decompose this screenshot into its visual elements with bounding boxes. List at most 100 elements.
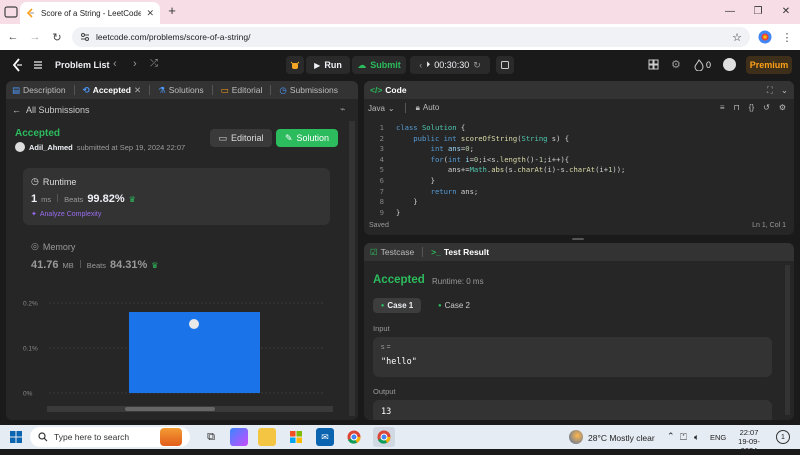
code-settings-icon[interactable]: ⚙ (779, 103, 786, 112)
profile-avatar[interactable] (758, 30, 772, 44)
maximize-icon[interactable]: ❐ (744, 0, 772, 24)
left-panel-scrollbar[interactable] (349, 121, 355, 416)
address-bar[interactable]: leetcode.com/problems/score-of-a-string/… (72, 27, 750, 47)
volume-icon[interactable]: 🔈︎ (694, 432, 699, 443)
code-line[interactable]: 4 for(int i=0;i<s.length()-1;i++){ (370, 155, 790, 166)
minimize-icon[interactable]: — (716, 0, 744, 24)
leetcode-logo-icon[interactable] (12, 58, 24, 72)
settings-gear-icon[interactable]: ⚙ (671, 58, 681, 71)
note-icon[interactable] (496, 56, 514, 74)
language-indicator[interactable]: ENG (710, 433, 726, 442)
shuffle-icon[interactable]: ⤮ (150, 58, 158, 69)
chrome-icon[interactable] (345, 428, 363, 446)
chart-scrollbar-thumb (125, 407, 215, 411)
menu-kebab-icon[interactable]: ⋮ (780, 30, 794, 44)
case-2-tab[interactable]: ● Case 2 (430, 298, 478, 313)
tab-test-result[interactable]: >_ Test Result (431, 247, 489, 257)
search-icon (38, 432, 48, 442)
code-editor[interactable]: 1 class Solution {2 public int scoreOfStr… (370, 123, 790, 218)
code-line[interactable]: 8 } (370, 197, 790, 208)
username[interactable]: Adil_Ahmed (29, 143, 73, 152)
prev-problem-icon[interactable]: ‹ (113, 58, 117, 70)
runtime-card[interactable]: ◷ Runtime 1 ms Beats 99.82% ♛ ✦ Analyze … (23, 168, 330, 225)
braces-icon[interactable]: {} (749, 103, 754, 112)
code-line[interactable]: 2 public int scoreOfString(String s) { (370, 134, 790, 145)
next-problem-icon[interactable]: › (133, 58, 137, 70)
new-tab-button[interactable]: + (164, 3, 180, 19)
browser-tab-active[interactable]: Score of a String - LeetCode ✕ (20, 2, 160, 24)
tab-accepted[interactable]: ⟲ Accepted ✕ (83, 85, 142, 96)
microsoft-store-icon[interactable] (287, 428, 305, 446)
auto-mode[interactable]: 🔒︎ Auto (416, 103, 440, 113)
all-submissions-link[interactable]: ← All Submissions (12, 105, 90, 115)
code-line[interactable]: 7 return ans; (370, 187, 790, 198)
weather-icon[interactable] (569, 430, 583, 444)
tab-description[interactable]: ▤ Description (12, 85, 66, 96)
tab-submissions[interactable]: ◷ Submissions (279, 85, 338, 96)
mail-icon[interactable]: ✉ (316, 428, 334, 446)
share-link-icon[interactable]: ⌁ (340, 104, 345, 115)
close-tab-icon[interactable]: ✕ (146, 8, 154, 19)
collapse-timer-icon[interactable]: ‹ (419, 60, 422, 70)
streak-fire-icon[interactable] (694, 59, 704, 71)
code-toolbar: Java ⌄ 🔒︎ Auto (368, 103, 439, 113)
weather-text[interactable]: 28°C Mostly clear (588, 433, 655, 443)
memory-value: 41.76 (31, 259, 59, 271)
reload-icon[interactable]: ↻ (50, 30, 64, 44)
line-number: 8 (379, 197, 384, 207)
code-line[interactable]: 5 ans+=Math.abs(s.charAt(i)-s.charAt(i+1… (370, 165, 790, 176)
window-controls: — ❐ ✕ (716, 0, 800, 24)
case-1-tab[interactable]: ● Case 1 (373, 298, 421, 313)
panel-resize-handle[interactable] (572, 238, 584, 240)
premium-button[interactable]: Premium (746, 56, 792, 74)
code-line[interactable]: 3 int ans=0; (370, 144, 790, 155)
back-arrow-icon: ← (12, 105, 21, 115)
user-avatar[interactable] (723, 58, 736, 71)
close-tab-accepted-icon[interactable]: ✕ (134, 85, 141, 96)
task-view-icon[interactable]: ⧉ (202, 428, 220, 446)
taskbar-search[interactable]: Type here to search (30, 427, 190, 447)
code-line[interactable]: 9} (370, 208, 790, 219)
reset-icon[interactable]: ↺ (763, 103, 770, 112)
run-button[interactable]: ▶ Run (306, 56, 350, 74)
user-avatar[interactable] (15, 142, 25, 152)
analyze-complexity-link[interactable]: ✦ Analyze Complexity (31, 210, 101, 219)
code-line[interactable]: 6 } (370, 176, 790, 187)
submission-panel: ▤ Description ⟲ Accepted ✕ ⚗ Solutions ▭… (6, 81, 358, 420)
chevron-up-icon[interactable]: ⌃ (667, 431, 675, 442)
back-arrow-icon[interactable]: ← (6, 30, 20, 44)
forward-arrow-icon[interactable]: → (28, 30, 42, 44)
submission-meta: Adil_Ahmed submitted at Sep 19, 2024 22:… (15, 142, 185, 152)
file-explorer-icon[interactable] (258, 428, 276, 446)
result-scrollbar[interactable] (785, 265, 790, 415)
windows-start-icon[interactable] (7, 428, 25, 446)
code-line[interactable]: 1 class Solution { (370, 123, 790, 134)
tab-editorial[interactable]: ▭ Editorial (221, 85, 263, 96)
debug-icon[interactable] (286, 56, 304, 74)
close-window-icon[interactable]: ✕ (772, 0, 800, 24)
timer-reset-icon[interactable]: ↻ (473, 60, 481, 71)
bookmark-star-icon[interactable]: ☆ (732, 31, 742, 44)
memory-header[interactable]: ◎ Memory (31, 241, 75, 252)
solution-button[interactable]: ✎ Solution (276, 129, 338, 147)
submit-button[interactable]: ☁ Submit (352, 56, 406, 74)
notification-icon[interactable]: 1 (776, 430, 790, 444)
problem-list-link[interactable]: Problem List (55, 60, 110, 70)
format-icon[interactable]: ≡ (720, 103, 725, 112)
site-info-icon[interactable] (80, 32, 90, 42)
tab-testcase[interactable]: ☑ Testcase (370, 247, 414, 258)
tab-search-icon[interactable] (4, 5, 18, 19)
chevron-down-icon[interactable]: ⌄ (781, 85, 788, 96)
bookmark-icon[interactable]: ⊓ (734, 103, 740, 112)
chrome-active-icon[interactable] (373, 427, 395, 447)
clock[interactable]: 22:07 19-09-2024 (731, 428, 767, 455)
copilot-icon[interactable] (230, 428, 248, 446)
tab-solutions[interactable]: ⚗ Solutions (158, 85, 204, 96)
maximize-panel-icon[interactable]: ⛶ (767, 85, 773, 96)
language-select[interactable]: Java ⌄ (368, 104, 395, 113)
scroll-up-icon[interactable] (350, 123, 354, 126)
timer[interactable]: ‹ ⏵ 00:30:30 ↻ (410, 56, 490, 74)
layout-grid-icon[interactable] (648, 59, 659, 70)
editorial-button[interactable]: ▭ Editorial (210, 129, 272, 147)
network-icon[interactable]: ⏍ (680, 432, 687, 443)
